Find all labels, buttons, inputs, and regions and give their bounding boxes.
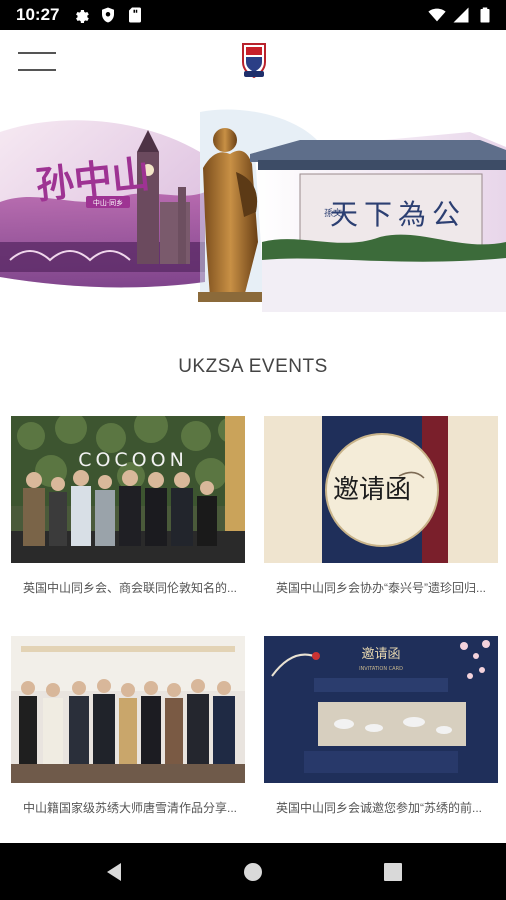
event-caption: 英国中山同乡会协办“泰兴号”遗珍回归... bbox=[276, 581, 486, 595]
battery-icon bbox=[480, 7, 490, 23]
event-image-cocoon-group: COCOON bbox=[11, 416, 245, 563]
recents-icon[interactable] bbox=[381, 860, 405, 884]
ukzsa-logo bbox=[242, 43, 266, 79]
app-bar bbox=[0, 30, 506, 92]
invitation-text: 邀请函 bbox=[333, 475, 411, 505]
status-icons-left bbox=[72, 6, 144, 24]
event-card[interactable]: COCOON 英国中山同乡会、商会联同伦敦知名的... bbox=[11, 416, 245, 596]
shield-icon bbox=[102, 7, 114, 23]
event-card[interactable]: 邀请函 英国中山同乡会协办“泰兴号”遗珍回归... bbox=[264, 416, 498, 596]
hamburger-menu-icon[interactable] bbox=[18, 52, 56, 74]
event-caption: 英国中山同乡会、商会联同伦敦知名的... bbox=[23, 581, 238, 595]
invitation-card-title: 邀请函 bbox=[361, 647, 400, 662]
event-card[interactable]: 中山籍国家级苏绣大师唐雪清作品分享... bbox=[11, 636, 245, 816]
status-time: 10:27 bbox=[16, 5, 60, 24]
wifi-icon bbox=[428, 8, 446, 22]
gear-icon bbox=[76, 9, 89, 23]
event-image-invitation: 邀请函 bbox=[264, 416, 498, 563]
event-caption: 中山籍国家级苏绣大师唐雪清作品分享... bbox=[23, 801, 238, 815]
system-nav-bar bbox=[0, 843, 506, 900]
back-icon[interactable] bbox=[103, 860, 127, 884]
event-image-embroidery-group bbox=[11, 636, 245, 783]
section-title: UKZSA EVENTS bbox=[178, 356, 328, 377]
banner-right-calligraphy: 天下為公 bbox=[330, 198, 466, 231]
banner-signature: 孫文 bbox=[324, 207, 342, 219]
home-icon[interactable] bbox=[241, 860, 265, 884]
cocoon-sign: COCOON bbox=[78, 449, 188, 471]
status-icons-right bbox=[428, 6, 494, 24]
hero-banner: 天下為公 孫文 孙中山 中山·同乡 bbox=[0, 92, 506, 312]
event-caption: 英国中山同乡会诚邀您参加“苏绣的前... bbox=[276, 801, 482, 815]
status-bar: 10:27 bbox=[0, 0, 506, 30]
event-card[interactable]: 邀请函 INVITATION CARD 英国中山同乡会诚邀您参加“苏绣的前... bbox=[264, 636, 498, 816]
invitation-card-subtitle: INVITATION CARD bbox=[359, 666, 403, 672]
event-image-invitation-card: 邀请函 INVITATION CARD bbox=[264, 636, 498, 783]
banner-left-subtitle: 中山·同乡 bbox=[93, 198, 123, 207]
sd-card-icon bbox=[129, 7, 141, 23]
banner-illustration: 天下為公 孫文 孙中山 中山·同乡 bbox=[0, 92, 506, 312]
signal-icon bbox=[453, 7, 469, 23]
